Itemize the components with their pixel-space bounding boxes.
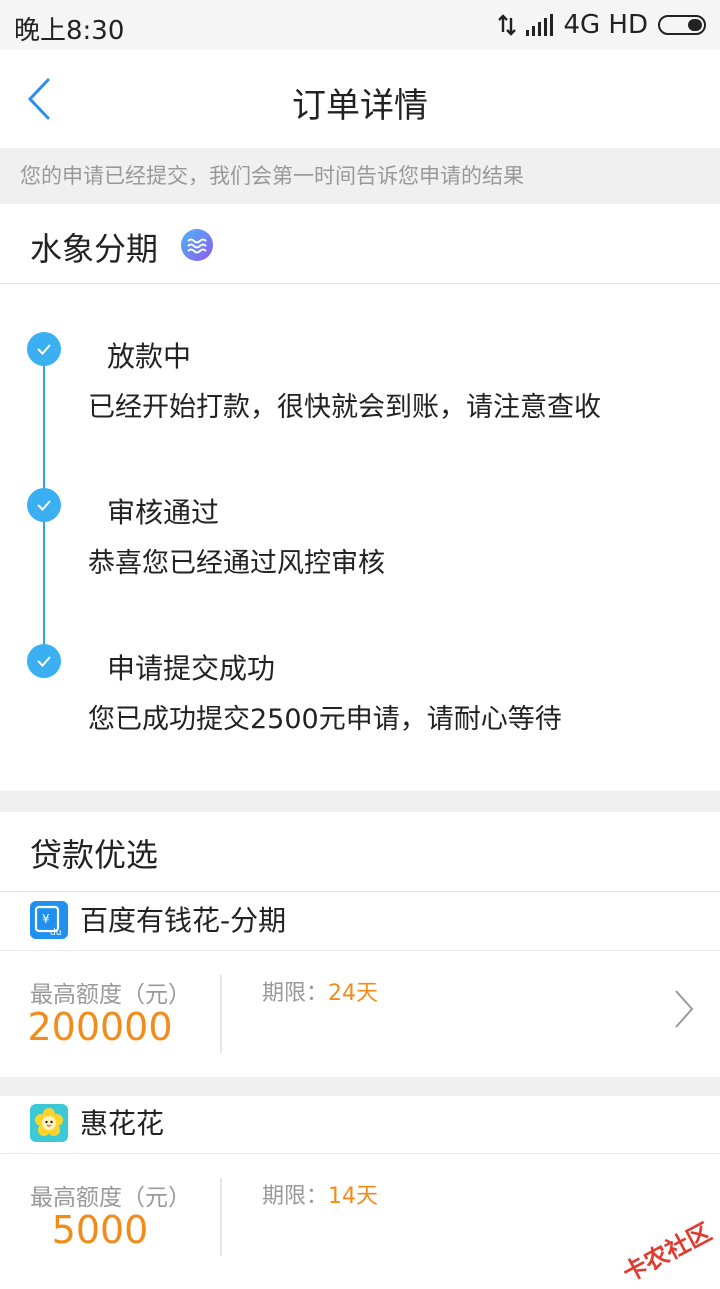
svg-text:¥: ¥	[42, 912, 50, 926]
term: 期限：14天	[262, 1178, 378, 1210]
provider-row: 水象分期	[0, 204, 720, 284]
loan-card[interactable]: 惠花花 最高额度（元） 5000 期限：14天	[0, 1096, 720, 1280]
flower-icon	[30, 1104, 68, 1142]
status-time: 晚上8:30	[14, 16, 125, 46]
signal-icon	[526, 14, 554, 36]
status-icons: 4G HD	[498, 10, 706, 40]
step-title: 放款中	[107, 340, 192, 373]
nav-bar: 订单详情	[0, 50, 720, 148]
term: 期限：24天	[262, 975, 378, 1007]
svg-text:du: du	[50, 928, 61, 938]
chevron-right-icon[interactable]	[672, 987, 696, 1031]
loan-card-body: 最高额度（元） 200000 期限：24天	[0, 951, 720, 1077]
limit-value: 200000	[27, 1005, 173, 1049]
section-title: 贷款优选	[30, 836, 159, 874]
loan-card-body: 最高额度（元） 5000 期限：14天	[0, 1154, 720, 1280]
divider	[220, 975, 222, 1053]
data-transfer-icon	[498, 14, 517, 36]
water-wave-logo	[180, 228, 214, 266]
status-bar: 晚上8:30 4G HD	[0, 0, 720, 50]
check-icon	[27, 332, 61, 366]
term-label: 期限：	[262, 981, 329, 1006]
network-type: 4G HD	[563, 10, 648, 40]
provider-name: 水象分期	[30, 230, 159, 268]
section-gap	[0, 791, 720, 812]
section-gap	[0, 1077, 720, 1096]
loan-name: 百度有钱花-分期	[80, 904, 287, 937]
page-title: 订单详情	[292, 86, 428, 126]
step-title: 审核通过	[107, 496, 220, 529]
check-icon	[27, 488, 61, 522]
term-value: 24天	[328, 981, 379, 1006]
loan-card-header: ¥ du 百度有钱花-分期	[0, 893, 720, 951]
step-desc: 恭喜您已经通过风控审核	[88, 548, 385, 579]
step-desc: 您已成功提交2500元申请，请耐心等待	[88, 704, 562, 735]
battery-icon	[658, 15, 706, 35]
loan-name: 惠花花	[80, 1107, 165, 1140]
submit-notice: 您的申请已经提交，我们会第一时间告诉您申请的结果	[0, 148, 720, 204]
loan-card[interactable]: ¥ du 百度有钱花-分期 最高额度（元） 200000 期限：24天	[0, 893, 720, 1077]
limit-label: 最高额度（元）	[30, 982, 191, 1008]
check-icon	[27, 644, 61, 678]
divider	[220, 1178, 222, 1256]
step-title: 申请提交成功	[107, 652, 276, 685]
recommend-header: 贷款优选	[0, 812, 720, 892]
progress-timeline: 放款中 已经开始打款，很快就会到账，请注意查收 审核通过 恭喜您已经通过风控审核…	[0, 285, 720, 791]
baidu-youqianhua-icon: ¥ du	[30, 901, 68, 939]
term-label: 期限：	[262, 1184, 329, 1209]
loan-card-header: 惠花花	[0, 1096, 720, 1154]
term-value: 14天	[328, 1184, 379, 1209]
limit-label: 最高额度（元）	[30, 1185, 191, 1211]
step-desc: 已经开始打款，很快就会到账，请注意查收	[88, 392, 601, 423]
limit-value: 5000	[51, 1208, 149, 1252]
